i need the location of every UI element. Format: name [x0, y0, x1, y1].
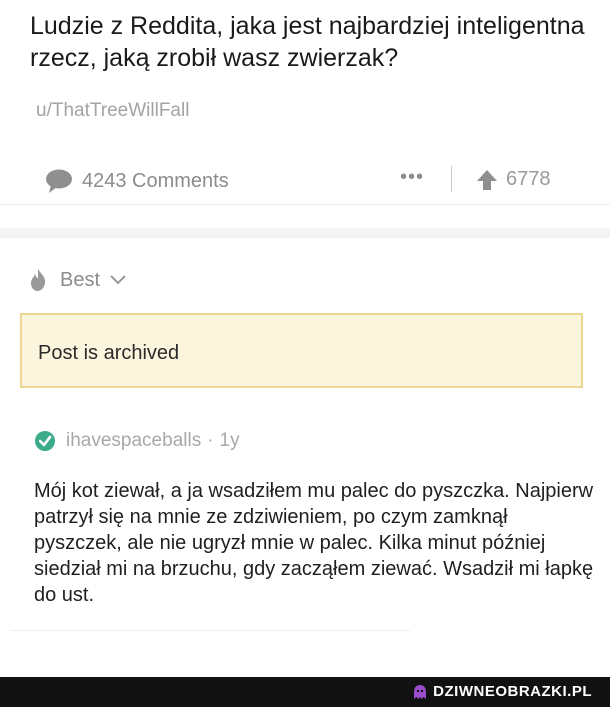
- speech-bubble-icon: [46, 169, 72, 193]
- post-title: Ludzie z Reddita, jaka jest najbardziej …: [30, 12, 585, 72]
- archived-notice-text: Post is archived: [38, 342, 180, 364]
- score-count: 6778: [506, 168, 551, 190]
- ghost-icon: [414, 684, 427, 699]
- comment-body: Mój kot ziewał, a ja wsadziłem mu palec …: [34, 480, 594, 606]
- meta-divider: [451, 166, 452, 192]
- flame-icon: [31, 269, 46, 291]
- watermark: DZIWNEOBRAZKI.PL: [413, 683, 592, 700]
- post-author[interactable]: u/ThatTreeWillFall: [36, 100, 189, 122]
- section-divider: [0, 228, 610, 238]
- comment-age: 1y: [219, 430, 240, 451]
- archived-notice: Post is archived: [20, 313, 583, 388]
- comments-button[interactable]: 4243 Comments: [44, 168, 229, 194]
- comments-count: 4243 Comments: [82, 169, 229, 192]
- arrow-up-icon: [477, 169, 497, 190]
- sort-label: Best: [60, 268, 101, 291]
- comment-username[interactable]: ihavespaceballs: [66, 430, 201, 452]
- comment-divider: [10, 630, 410, 631]
- comment-header: ihavespaceballs · 1y: [34, 430, 240, 452]
- more-options-button[interactable]: •••: [400, 166, 424, 189]
- post-meta-bar: 4243 Comments ••• 6778: [0, 160, 610, 205]
- sort-dropdown[interactable]: Best: [28, 268, 126, 292]
- watermark-text: DZIWNEOBRAZKI.PL: [433, 683, 592, 700]
- watermark-bar: DZIWNEOBRAZKI.PL: [0, 677, 610, 707]
- verified-check-icon: [35, 431, 55, 451]
- chevron-down-icon: [110, 275, 126, 285]
- comment-separator: ·: [207, 430, 214, 451]
- upvote-button[interactable]: 6778: [476, 168, 551, 191]
